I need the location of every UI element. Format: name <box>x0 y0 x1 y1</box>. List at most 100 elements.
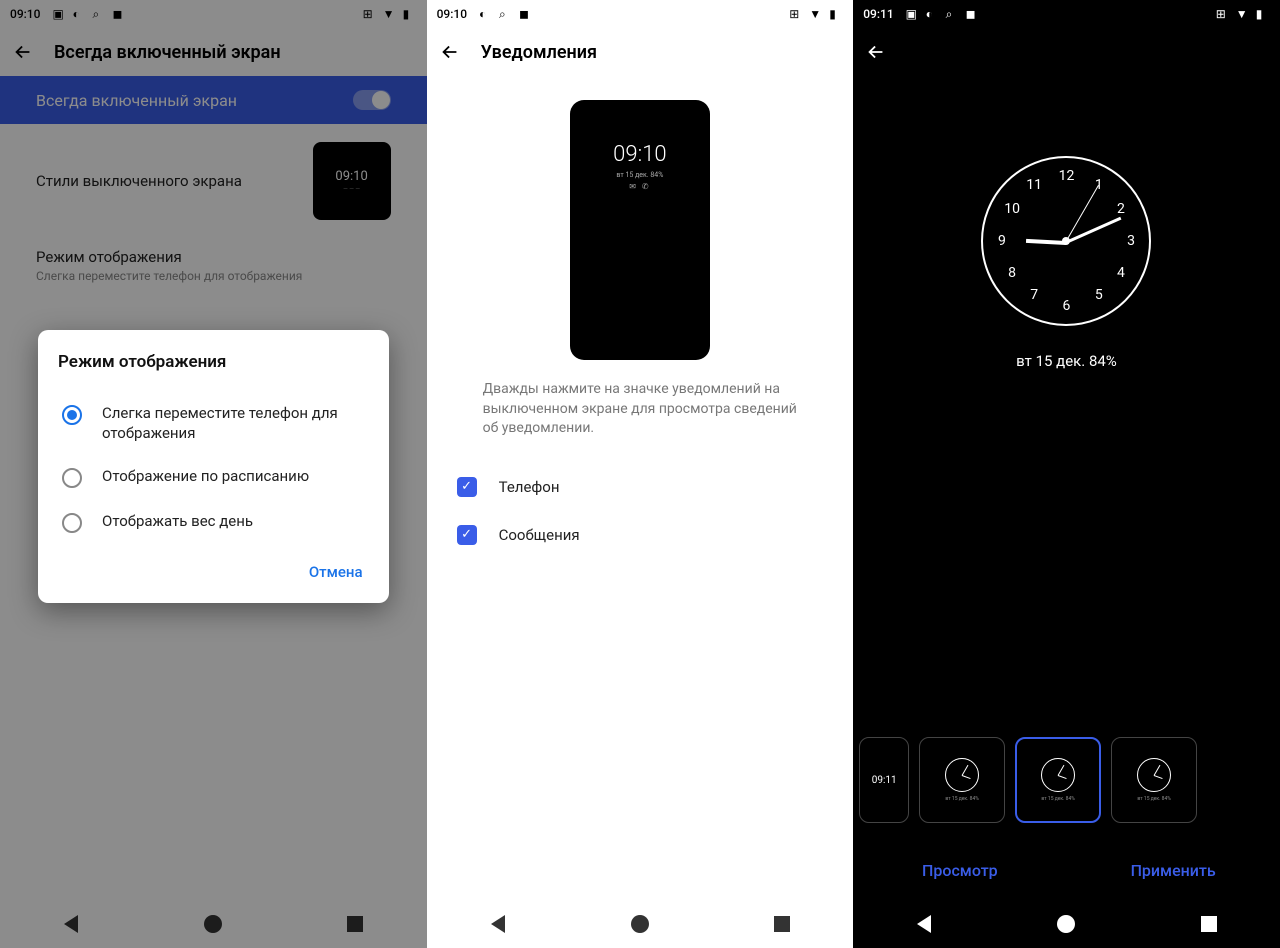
thumb-caption: вт 15 дек. 84% <box>1041 796 1075 802</box>
nav-home[interactable] <box>630 914 650 934</box>
radio-icon[interactable] <box>62 405 82 425</box>
dialog-title: Режим отображения <box>58 352 369 372</box>
app-bar: Уведомления <box>427 28 854 76</box>
style-selector-row[interactable]: 09:11 вт 15 дек. 84% вт 15 дек. 84% вт 1… <box>853 723 1280 837</box>
clock-num: 11 <box>1026 177 1042 193</box>
mode-sub: Слегка переместите телефон для отображен… <box>36 269 391 283</box>
clock-num: 2 <box>1117 201 1125 217</box>
cancel-button[interactable]: Отмена <box>303 555 369 589</box>
nav-recent[interactable] <box>772 914 792 934</box>
display-mode-row[interactable]: Режим отображения Слегка переместите тел… <box>0 238 427 287</box>
status-icon: ◐ <box>926 7 940 21</box>
status-icons-right: ⊞ ▼ ▮ <box>1216 7 1270 21</box>
android-icon: ⊞ <box>363 7 377 21</box>
status-icon: ◼ <box>966 7 980 21</box>
display-mode-dialog: Режим отображения Слегка переместите тел… <box>38 330 389 603</box>
clock-icon <box>1137 758 1171 792</box>
option-schedule[interactable]: Отображение по расписанию <box>58 455 369 500</box>
nav-back[interactable] <box>61 914 81 934</box>
back-icon[interactable] <box>439 41 461 63</box>
back-icon[interactable] <box>12 41 34 63</box>
wifi-icon: ▼ <box>383 7 397 21</box>
clock-num: 12 <box>1059 168 1075 184</box>
checkbox-messages[interactable]: ✓ Сообщения <box>427 511 854 559</box>
option-all-day[interactable]: Отображать вес день <box>58 500 369 545</box>
status-icon: ▣ <box>906 7 920 21</box>
search-icon: ⌕ <box>499 7 513 21</box>
status-icon: ◼ <box>112 7 126 21</box>
nav-back[interactable] <box>914 914 934 934</box>
page-title: Всегда включенный экран <box>54 42 281 63</box>
clock-icon <box>1041 758 1075 792</box>
date-text: вт 15 дек. 84% <box>1016 352 1117 370</box>
styles-row[interactable]: Стили выключенного экрана 09:10 — — — <box>0 124 427 238</box>
battery-icon: ▮ <box>829 7 843 21</box>
style-thumb: 09:10 — — — <box>313 142 391 220</box>
screen-style-picker: 09:11 ▣ ◐ ⌕ ◼ ⊞ ▼ ▮ 12 3 6 9 1 2 4 5 7 8 <box>853 0 1280 948</box>
thumb-caption: вт 15 дек. 84% <box>1137 796 1171 802</box>
wifi-icon: ▼ <box>809 7 823 21</box>
clock-num: 6 <box>1063 298 1071 314</box>
option-label: Слегка переместите телефон для отображен… <box>102 404 365 443</box>
status-bar: 09:10 ▣ ◐ ⌕ ◼ ⊞ ▼ ▮ <box>0 0 427 28</box>
analog-clock: 12 3 6 9 1 2 4 5 7 8 10 11 <box>981 156 1151 326</box>
hint-text: Дважды нажмите на значке уведомлений на … <box>427 380 854 439</box>
clock-center <box>1062 237 1070 245</box>
search-icon: ⌕ <box>946 7 960 21</box>
status-time: 09:10 <box>437 7 467 21</box>
option-move-phone[interactable]: Слегка переместите телефон для отображен… <box>58 392 369 455</box>
clock-num: 7 <box>1030 287 1038 303</box>
status-icon: ▣ <box>52 7 66 21</box>
status-icons-left: ▣ ◐ ⌕ ◼ <box>52 7 126 21</box>
nav-back[interactable] <box>488 914 508 934</box>
preview-time: 09:10 <box>613 142 666 167</box>
nav-recent[interactable] <box>1199 914 1219 934</box>
apply-button[interactable]: Применить <box>1066 849 1279 892</box>
checkbox-phone[interactable]: ✓ Телефон <box>427 463 854 511</box>
android-icon: ⊞ <box>789 7 803 21</box>
back-icon[interactable] <box>865 41 887 63</box>
style-thumb-analog-2[interactable]: вт 15 дек. 84% <box>1015 737 1101 823</box>
style-thumb-analog-3[interactable]: вт 15 дек. 84% <box>1111 737 1197 823</box>
nav-bar <box>427 900 854 948</box>
thumb-caption: вт 15 дек. 84% <box>945 796 979 802</box>
status-icon: ◐ <box>72 7 86 21</box>
clock-preview-area: 12 3 6 9 1 2 4 5 7 8 10 11 вт 15 дек. 84… <box>853 76 1280 723</box>
option-label: Отображать вес день <box>102 512 253 532</box>
styles-label: Стили выключенного экрана <box>36 172 293 190</box>
toggle-label: Всегда включенный экран <box>36 91 353 110</box>
nav-home[interactable] <box>1056 914 1076 934</box>
checkbox-icon[interactable]: ✓ <box>457 525 477 545</box>
toggle-switch[interactable] <box>353 90 391 110</box>
status-bar: 09:11 ▣ ◐ ⌕ ◼ ⊞ ▼ ▮ <box>853 0 1280 28</box>
preview-date: вт 15 дек. 84% <box>616 171 663 179</box>
clock-num: 3 <box>1127 233 1135 249</box>
aod-toggle-row[interactable]: Всегда включенный экран <box>0 76 427 124</box>
status-time: 09:11 <box>863 7 893 21</box>
status-bar: 09:10 ◐ ⌕ ◼ ⊞ ▼ ▮ <box>427 0 854 28</box>
preview-notif-icons: ✉ ✆ <box>629 182 650 191</box>
battery-icon: ▮ <box>403 7 417 21</box>
style-thumb-digital[interactable]: 09:11 <box>859 737 909 823</box>
preview-button[interactable]: Просмотр <box>853 849 1066 892</box>
radio-icon[interactable] <box>62 468 82 488</box>
nav-recent[interactable] <box>345 914 365 934</box>
clock-num: 4 <box>1117 265 1125 281</box>
screen-aod-settings: 09:10 ▣ ◐ ⌕ ◼ ⊞ ▼ ▮ Всегда включенный эк… <box>0 0 427 948</box>
clock-num: 5 <box>1095 287 1103 303</box>
status-icons-right: ⊞ ▼ ▮ <box>363 7 417 21</box>
clock-icon <box>945 758 979 792</box>
nav-bar <box>853 900 1280 948</box>
nav-home[interactable] <box>203 914 223 934</box>
radio-icon[interactable] <box>62 513 82 533</box>
mode-title: Режим отображения <box>36 248 391 266</box>
app-bar <box>853 28 1280 76</box>
screen-notifications: 09:10 ◐ ⌕ ◼ ⊞ ▼ ▮ Уведомления 09:10 вт 1… <box>427 0 854 948</box>
style-thumb-analog-1[interactable]: вт 15 дек. 84% <box>919 737 1005 823</box>
status-icon: ◼ <box>519 7 533 21</box>
clock-num: 9 <box>998 233 1006 249</box>
checkbox-icon[interactable]: ✓ <box>457 477 477 497</box>
nav-bar <box>0 900 427 948</box>
checkbox-label: Телефон <box>499 478 560 496</box>
status-icons-right: ⊞ ▼ ▮ <box>789 7 843 21</box>
